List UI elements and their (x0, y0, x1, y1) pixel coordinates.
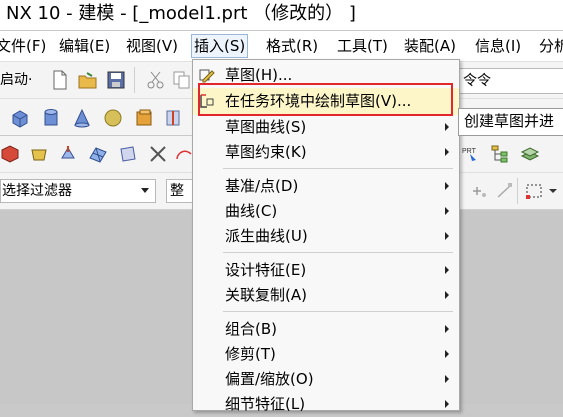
title-bar: NX 10 - 建模 - [_model1.prt （修改的） ] (0, 0, 563, 30)
selection-filter-dropdown[interactable]: 选择过滤器 (0, 179, 156, 203)
menu-item-label: 修剪(T) (225, 345, 276, 363)
svg-text:PRT: PRT (462, 148, 477, 155)
menu-item-combine[interactable]: 组合(B) (193, 317, 459, 342)
menu-item-datum-point[interactable]: 基准/点(D) (193, 174, 459, 199)
menu-item-label: 偏置/缩放(O) (225, 370, 314, 388)
extrude-icon[interactable] (134, 108, 154, 128)
menu-item-associative-copy[interactable]: 关联复制(A) (193, 283, 459, 308)
save-icon[interactable] (106, 70, 126, 90)
layers-icon[interactable] (520, 144, 540, 164)
menu-item-label: 组合(B) (225, 320, 277, 338)
menu-item-trim[interactable]: 修剪(T) (193, 342, 459, 367)
menu-item-label: 草图曲线(S) (225, 118, 307, 136)
trim-body-icon[interactable] (29, 144, 49, 164)
selection-filter-value: 选择过滤器 (2, 183, 72, 199)
submenu-arrow-icon (445, 325, 449, 333)
menu-item-sketch-constraint[interactable]: 草图约束(K) (193, 140, 459, 165)
menu-item-label: 草图约束(K) (225, 143, 307, 161)
submenu-arrow-icon (445, 232, 449, 240)
menu-item-curve[interactable]: 曲线(C) (193, 199, 459, 224)
submenu-arrow-icon (445, 375, 449, 383)
menubar: 文件(F) 编辑(E) 视图(V) 插入(S) 格式(R) 工具(T) 装配(A… (0, 31, 563, 62)
menu-separator (223, 252, 453, 253)
shell-icon[interactable] (0, 144, 20, 164)
menu-item-label: 关联复制(A) (225, 286, 307, 304)
menu-format[interactable]: 格式(R) (264, 35, 320, 57)
cut-icon[interactable] (146, 70, 166, 90)
bounded-plane-icon[interactable] (118, 144, 138, 164)
menu-info[interactable]: 信息(I) (473, 35, 523, 57)
menu-item-label: 设计特征(E) (225, 261, 307, 279)
submenu-arrow-icon (445, 148, 449, 156)
menu-edit[interactable]: 编辑(E) (57, 35, 112, 57)
highlight-frame (198, 83, 453, 116)
snap-end-icon[interactable] (495, 181, 515, 201)
window-title: NX 10 - 建模 - [_model1.prt （修改的） ] (6, 3, 356, 24)
toolbar-separator (134, 67, 135, 93)
cone-icon[interactable] (72, 108, 92, 128)
submenu-arrow-icon (445, 291, 449, 299)
menu-item-offset-scale[interactable]: 偏置/缩放(O) (193, 367, 459, 392)
trim-sheet-icon[interactable] (148, 144, 168, 164)
menu-tools[interactable]: 工具(T) (335, 35, 390, 57)
menu-item-derived-curve[interactable]: 派生曲线(U) (193, 224, 459, 249)
menu-item-label: 派生曲线(U) (225, 227, 308, 245)
submenu-arrow-icon (445, 350, 449, 358)
menu-analysis[interactable]: 分析 (537, 35, 563, 57)
mesh-surface-icon[interactable] (88, 144, 108, 164)
menu-file[interactable]: 文件(F) (0, 35, 48, 57)
draft-icon[interactable] (58, 144, 78, 164)
submenu-arrow-icon (445, 123, 449, 131)
start-dropdown[interactable]: 启动· (0, 70, 32, 90)
cylinder-icon[interactable] (41, 108, 61, 128)
command-search-box[interactable]: 令令 (459, 68, 563, 94)
assembly-tree-icon[interactable] (490, 144, 510, 164)
menu-assembly[interactable]: 装配(A) (402, 35, 458, 57)
tooltip-text: 创建草图并进 (464, 112, 555, 130)
menu-item-sketch-curve[interactable]: 草图曲线(S) (193, 115, 459, 140)
sketch-icon (199, 69, 215, 83)
toolbar-separator (517, 178, 518, 204)
block-icon[interactable] (10, 108, 30, 128)
new-file-icon[interactable] (50, 70, 70, 90)
menu-separator (223, 168, 453, 169)
submenu-arrow-icon (445, 400, 449, 408)
prt-icon[interactable]: PRT (462, 144, 482, 164)
submenu-arrow-icon (445, 266, 449, 274)
sphere-icon[interactable] (103, 108, 123, 128)
menu-item-detail-feature[interactable]: 细节特征(L) (193, 392, 459, 417)
tooltip: 创建草图并进 (458, 108, 563, 136)
menu-insert[interactable]: 插入(S) (191, 34, 249, 58)
chevron-down-icon (141, 188, 149, 193)
rectangle-select-icon[interactable] (524, 181, 544, 201)
menu-view[interactable]: 视图(V) (124, 35, 180, 57)
arc-icon[interactable] (174, 144, 194, 164)
submenu-arrow-icon (445, 182, 449, 190)
menu-item-design-feature[interactable]: 设计特征(E) (193, 258, 459, 283)
copy-icon[interactable] (172, 70, 192, 90)
open-folder-icon[interactable] (78, 70, 98, 90)
menu-separator (223, 311, 453, 312)
snap-point-icon[interactable] (469, 181, 489, 201)
dropdown-arrow-icon[interactable] (546, 181, 563, 201)
revolve-icon[interactable] (163, 108, 183, 128)
menu-item-label: 曲线(C) (225, 202, 278, 220)
submenu-arrow-icon (445, 207, 449, 215)
menu-item-label: 基准/点(D) (225, 177, 299, 195)
command-search-text: 令令 (463, 73, 491, 89)
menu-item-label: 细节特征(L) (225, 395, 306, 413)
